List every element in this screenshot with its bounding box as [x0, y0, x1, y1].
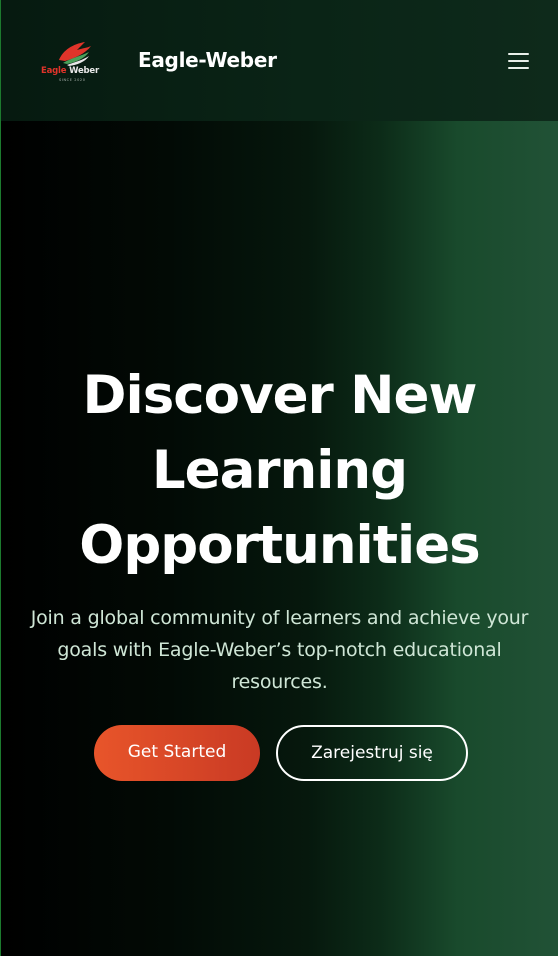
logo-tagline: SINCE 2020 [59, 78, 86, 82]
menu-bar [508, 53, 529, 55]
page: Eagle Weber SINCE 2020 Eagle-Weber Disco… [0, 0, 558, 956]
hamburger-menu-icon[interactable] [508, 50, 530, 70]
brand-title[interactable]: Eagle-Weber [138, 48, 277, 72]
menu-bar [508, 60, 529, 62]
hero-section: Discover New Learning Opportunities Join… [1, 121, 558, 956]
hero-subtitle: Join a global community of learners and … [30, 607, 529, 693]
register-button[interactable]: Zarejestruj się [276, 725, 468, 781]
brand-logo[interactable]: Eagle Weber SINCE 2020 [37, 38, 107, 84]
site-header: Eagle Weber SINCE 2020 Eagle-Weber [1, 0, 558, 121]
menu-bar [508, 67, 529, 69]
get-started-button[interactable]: Get Started [94, 725, 260, 781]
hero-title: Discover New Learning Opportunities [79, 365, 480, 576]
logo-wordmark: Eagle Weber [41, 66, 99, 76]
eagle-logo-icon [59, 42, 91, 66]
